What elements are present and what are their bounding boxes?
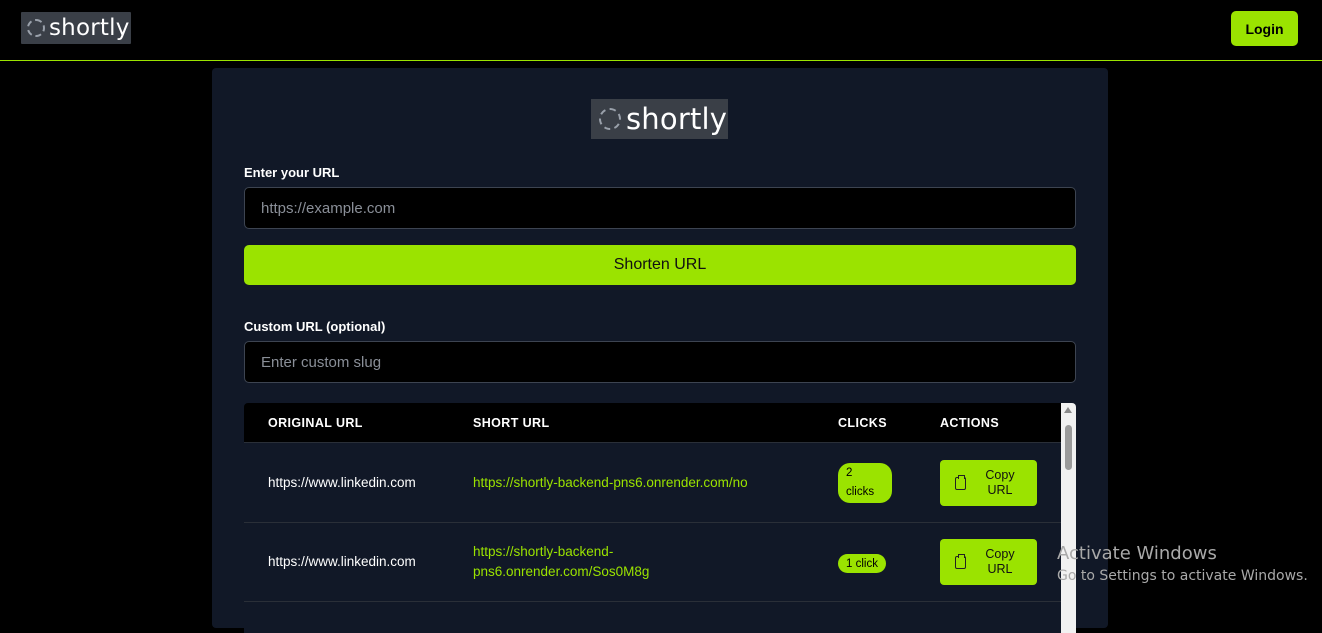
table-row: https://www.linkedin.com https://shortly…	[244, 523, 1061, 602]
clicks-count: 2 clicks	[846, 467, 875, 498]
shorten-url-button[interactable]: Shorten URL	[244, 245, 1076, 285]
windows-activation-watermark: Activate Windows Go to Settings to activ…	[1057, 543, 1308, 584]
logo[interactable]: shortly	[21, 12, 131, 44]
header-clicks: CLICKS	[838, 416, 887, 430]
card-logo: shortly	[591, 99, 728, 139]
short-url-text-line1: https://shortly-backend-	[473, 544, 614, 559]
original-url-cell: https://www.linkedin.com	[268, 475, 416, 490]
watermark-title: Activate Windows	[1057, 543, 1217, 564]
url-label: Enter your URL	[244, 165, 340, 180]
url-input-placeholder: https://example.com	[261, 199, 396, 217]
header-actions: ACTIONS	[940, 416, 1000, 430]
clipboard-icon	[955, 474, 966, 490]
short-url-link[interactable]: https://shortly-backend-pns6.onrender.co…	[473, 473, 748, 493]
custom-slug-input[interactable]: Enter custom slug	[244, 341, 1076, 383]
copy-url-button[interactable]: Copy URL	[940, 539, 1037, 585]
logo-ring-icon	[599, 108, 621, 130]
clicks-badge: 1 click	[838, 554, 886, 573]
short-url-text-line2: pns6.onrender.com/Sos0M8g	[473, 564, 650, 579]
custom-url-label: Custom URL (optional)	[244, 319, 386, 334]
table-header: ORIGINAL URL SHORT URL CLICKS ACTIONS	[244, 403, 1061, 443]
header-short-url: SHORT URL	[473, 416, 550, 430]
clicks-count: 1 click	[846, 557, 878, 570]
clicks-badge: 2 clicks	[838, 463, 892, 503]
table-row: https://www.linkedin.com https://shortly…	[244, 444, 1061, 523]
clipboard-icon	[955, 553, 966, 569]
header-original-url: ORIGINAL URL	[268, 416, 363, 430]
logo-text: shortly	[49, 14, 130, 41]
copy-url-label: Copy URL	[985, 547, 1015, 576]
top-navbar: shortly Login	[0, 0, 1322, 61]
shortener-card: shortly Enter your URL https://example.c…	[212, 68, 1108, 633]
card-logo-text: shortly	[626, 101, 728, 136]
table-scrollbar[interactable]	[1061, 403, 1076, 633]
copy-url-button[interactable]: Copy URL	[940, 460, 1037, 506]
scroll-thumb[interactable]	[1065, 425, 1072, 470]
scroll-up-arrow-icon[interactable]	[1064, 407, 1072, 413]
login-button[interactable]: Login	[1231, 11, 1298, 46]
watermark-subtitle: Go to Settings to activate Windows.	[1057, 568, 1308, 584]
original-url-cell: https://www.linkedin.com	[268, 554, 416, 569]
short-url-text: https://shortly-backend-pns6.onrender.co…	[473, 475, 748, 490]
logo-ring-icon	[27, 19, 45, 37]
short-url-link[interactable]: https://shortly-backend- pns6.onrender.c…	[473, 542, 649, 582]
url-input[interactable]: https://example.com	[244, 187, 1076, 229]
copy-url-label: Copy URL	[985, 468, 1015, 497]
urls-table: ORIGINAL URL SHORT URL CLICKS ACTIONS ht…	[244, 403, 1076, 633]
custom-slug-placeholder: Enter custom slug	[261, 353, 382, 371]
